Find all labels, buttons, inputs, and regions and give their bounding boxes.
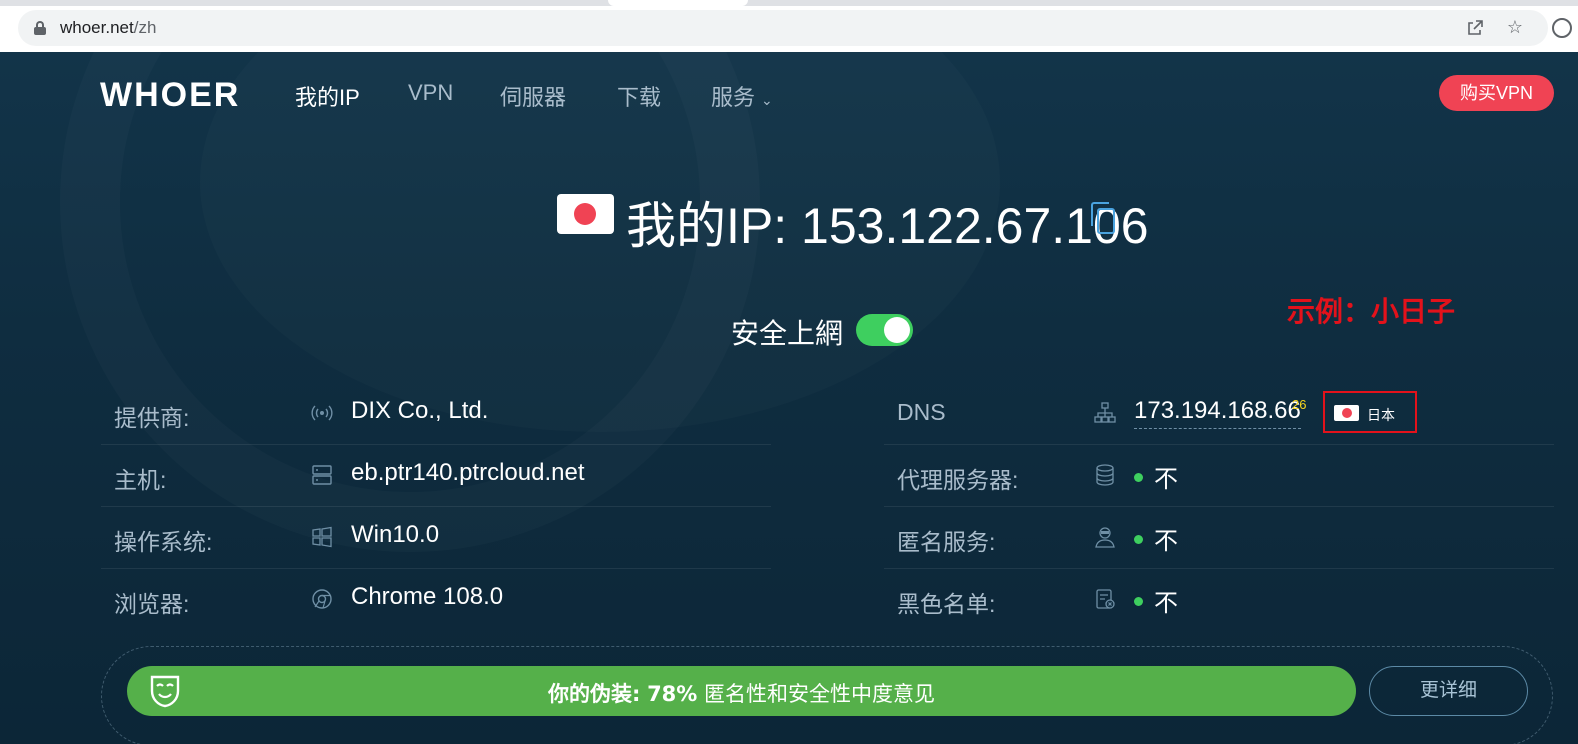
active-tab[interactable] (608, 0, 748, 6)
dns-count: 26 (1292, 397, 1307, 412)
proxy-label: 代理服务器: (897, 467, 1019, 493)
host-label: 主机: (114, 467, 167, 493)
url-path: /zh (133, 18, 157, 37)
browser-label: 浏览器: (114, 591, 190, 617)
buy-vpn-button[interactable]: 购买VPN (1439, 75, 1554, 111)
os-value: Win10.0 (351, 521, 440, 548)
proxy-value: 不 (1154, 466, 1178, 493)
anonymizer-label: 匿名服务: (897, 529, 996, 555)
anonymizer-value: 不 (1154, 528, 1178, 555)
nav-my-ip[interactable]: 我的IP (295, 80, 360, 112)
dns-country-label: 日本 (1367, 408, 1395, 424)
chrome-icon (310, 587, 334, 611)
nav-services[interactable]: 服务 ⌄ (711, 80, 773, 112)
disguise-text: 你的伪装: 78% 匿名性和安全性中度意见 (127, 678, 1356, 708)
server-icon (310, 463, 334, 487)
windows-icon (310, 525, 334, 549)
row-provider: 提供商: DIX Co., Ltd. (101, 383, 771, 445)
status-dot (1134, 535, 1143, 544)
ip-title: 我的IP: 153.122.67.106 (626, 186, 1149, 258)
row-proxy: 代理服务器: 不 (884, 445, 1554, 507)
network-icon (1093, 401, 1117, 425)
more-details-button[interactable]: 更详细 (1369, 666, 1528, 716)
japan-flag-icon (557, 194, 614, 234)
chevron-down-icon: ⌄ (761, 92, 773, 108)
nav-vpn[interactable]: VPN (408, 80, 453, 106)
database-icon (1093, 463, 1117, 487)
blacklist-value: 不 (1154, 590, 1178, 617)
secure-browsing-toggle[interactable] (856, 314, 913, 346)
lock-icon[interactable] (34, 21, 46, 35)
extension-icon[interactable] (1552, 18, 1572, 38)
row-dns: DNS 173.194.168.66 26 (884, 383, 1554, 445)
secure-browsing-label: 安全上網 (731, 318, 844, 349)
blacklist-label: 黑色名单: (897, 591, 996, 617)
annotation-text: 示例：小日子 (1287, 295, 1456, 328)
broadcast-icon (310, 401, 334, 425)
status-dot (1134, 597, 1143, 606)
os-label: 操作系统: (114, 529, 213, 555)
site-logo[interactable]: WHOER (100, 76, 240, 115)
provider-label: 提供商: (114, 405, 190, 431)
blacklist-icon (1093, 587, 1117, 611)
row-browser: 浏览器: Chrome 108.0 (101, 569, 771, 631)
page: WHOER 我的IP VPN 伺服器 下载 服务 ⌄ 购买VPN 我的IP: 15… (0, 52, 1578, 744)
share-icon[interactable] (1465, 18, 1485, 38)
row-host: 主机: eb.ptr140.ptrcloud.net (101, 445, 771, 507)
nav-services-label: 服务 (711, 85, 756, 110)
browser-value: Chrome 108.0 (351, 583, 504, 610)
nav-download[interactable]: 下载 (617, 80, 661, 112)
ip-prefix: 我的IP: (626, 198, 788, 254)
nav-servers[interactable]: 伺服器 (500, 80, 566, 112)
provider-value: DIX Co., Ltd. (351, 397, 489, 424)
disguise-percent: 78% (647, 682, 698, 706)
star-icon[interactable]: ☆ (1505, 18, 1525, 38)
row-os: 操作系统: Win10.0 (101, 507, 771, 569)
dns-value[interactable]: 173.194.168.66 (1134, 397, 1301, 429)
dns-country-box: 日本 (1323, 391, 1417, 433)
disguise-bar: 你的伪装: 78% 匿名性和安全性中度意见 (127, 666, 1356, 716)
disguise-prefix: 你的伪装: (547, 682, 641, 706)
japan-flag-icon (1334, 405, 1359, 421)
browser-toolbar: whoer.net/zh ☆ (0, 0, 1578, 52)
disguise-message: 匿名性和安全性中度意见 (704, 682, 936, 706)
host-value: eb.ptr140.ptrcloud.net (351, 459, 585, 486)
row-blacklist: 黑色名单: 不 (884, 569, 1554, 631)
row-anonymizer: 匿名服务: 不 (884, 507, 1554, 569)
url-domain: whoer.net (60, 18, 134, 37)
copy-icon[interactable] (1091, 202, 1117, 234)
dns-label: DNS (897, 399, 946, 425)
agent-icon (1093, 525, 1117, 549)
url-text[interactable]: whoer.net/zh (60, 18, 156, 38)
tab-strip (0, 0, 1578, 6)
status-dot (1134, 473, 1143, 482)
address-bar[interactable]: whoer.net/zh ☆ (18, 10, 1548, 46)
